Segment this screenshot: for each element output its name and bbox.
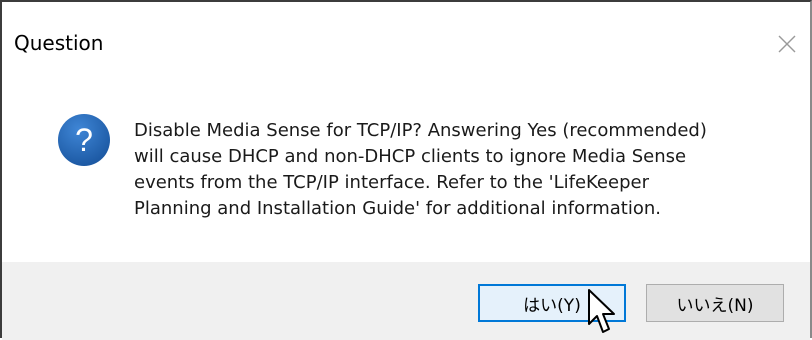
yes-button[interactable]: はい(Y) [478,284,626,322]
close-icon [778,35,796,53]
message-text: Disable Media Sense for TCP/IP? Answerin… [134,118,794,222]
svg-text:?: ? [75,122,93,158]
message-line: events from the TCP/IP interface. Refer … [134,172,649,193]
dialog-body: ? Disable Media Sense for TCP/IP? Answer… [2,82,810,262]
message-line: Disable Media Sense for TCP/IP? Answerin… [134,120,707,141]
title-bar[interactable]: Question [2,2,810,82]
question-dialog: Question ? Disable Media Sense for TCP/I… [0,0,812,340]
close-button[interactable] [764,22,810,66]
button-bar: はい(Y) いいえ(N) [2,262,810,340]
message-line: will cause DHCP and non-DHCP clients to … [134,146,687,167]
dialog-title: Question [14,31,104,55]
question-icon: ? [58,114,110,166]
message-line: Planning and Installation Guide' for add… [134,198,661,219]
no-button[interactable]: いいえ(N) [646,284,784,322]
